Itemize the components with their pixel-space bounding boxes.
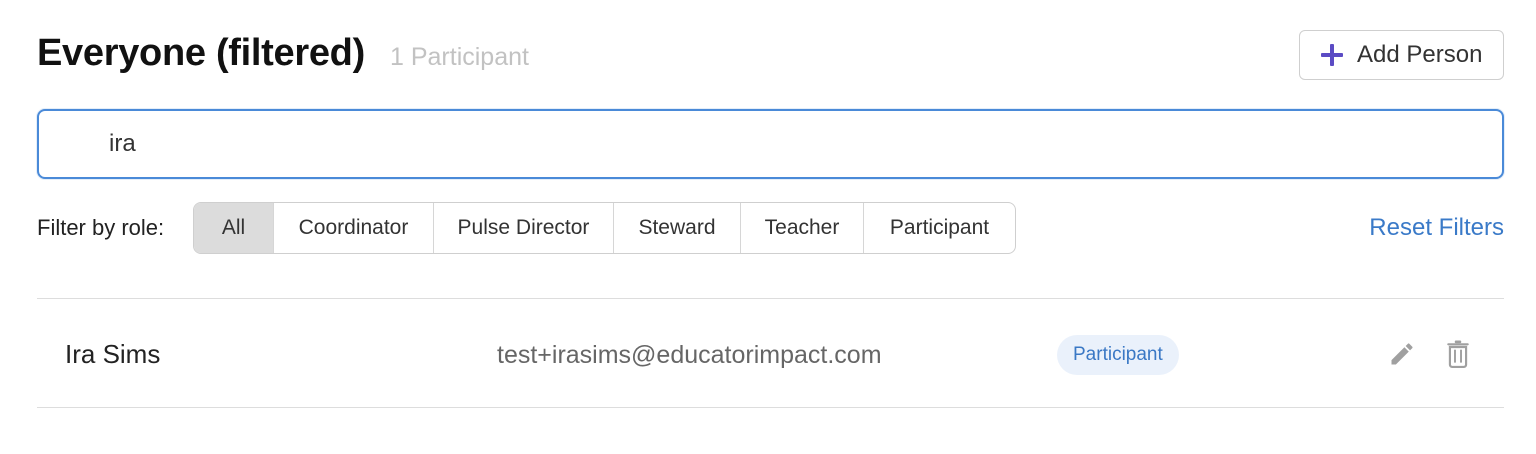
person-email: test+irasims@educatorimpact.com	[497, 341, 882, 369]
filter-label: Filter by role:	[37, 215, 165, 240]
table-row: Ira Sims test+irasims@educatorimpact.com…	[37, 299, 1504, 407]
plus-icon	[1320, 43, 1344, 67]
filter-role-steward[interactable]: Steward	[614, 203, 741, 253]
person-name: Ira Sims	[65, 339, 161, 369]
list-divider-bottom	[37, 407, 1504, 408]
add-person-label: Add Person	[1357, 41, 1483, 68]
reset-filters-link[interactable]: Reset Filters	[1369, 213, 1504, 243]
trash-icon	[1445, 340, 1471, 368]
page-header: Everyone (filtered) 1 Participant Add Pe…	[37, 28, 1504, 84]
edit-button[interactable]	[1387, 339, 1417, 369]
add-person-button[interactable]: Add Person	[1299, 30, 1504, 80]
delete-button[interactable]	[1443, 339, 1473, 369]
filter-role-pulse-director[interactable]: Pulse Director	[434, 203, 614, 253]
role-badge: Participant	[1057, 335, 1179, 375]
search-box[interactable]	[37, 109, 1504, 179]
search-input[interactable]	[109, 111, 1489, 177]
participant-count: 1 Participant	[390, 43, 529, 71]
filter-role-teacher[interactable]: Teacher	[741, 203, 864, 253]
filter-role-all[interactable]: All	[194, 203, 274, 253]
filter-role-participant[interactable]: Participant	[864, 203, 1015, 253]
pencil-icon	[1388, 340, 1416, 368]
role-filter-group: All Coordinator Pulse Director Steward T…	[193, 202, 1016, 254]
filter-role-coordinator[interactable]: Coordinator	[274, 203, 434, 253]
page-title: Everyone (filtered)	[37, 32, 365, 74]
